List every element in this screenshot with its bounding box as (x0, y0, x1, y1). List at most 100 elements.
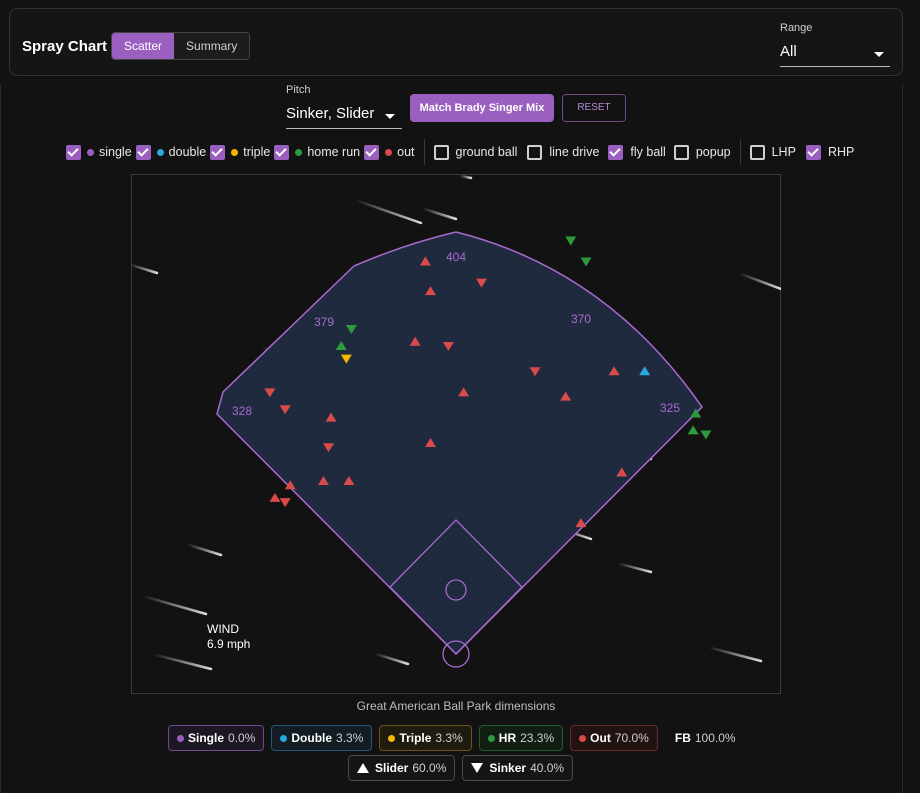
checkbox-line-drive[interactable] (527, 144, 543, 160)
legend-pct: 0.0% (228, 731, 256, 745)
range-label: Range (780, 22, 813, 34)
out-mark[interactable] (269, 492, 281, 502)
pitch-legend: Slider 60.0% Sinker 40.0% (348, 755, 580, 781)
wind-streak (144, 595, 208, 616)
legend-label: Sinker (489, 761, 527, 775)
wind-streak (422, 207, 458, 221)
out-mark[interactable] (279, 498, 291, 508)
legend-double: Double 3.3% (271, 725, 373, 751)
checkbox-lhp[interactable] (749, 144, 765, 160)
checkbox-ground-ball[interactable] (433, 144, 449, 160)
legend-label: Single (188, 731, 225, 745)
legend-pct: 40.0% (530, 761, 565, 775)
triple-dot-icon (231, 148, 239, 156)
legend-out: Out 70.0% (570, 725, 658, 751)
wind-label: WIND (207, 622, 239, 636)
triangle-down-icon (471, 763, 484, 773)
legend-single: Single 0.0% (168, 725, 265, 751)
wind-streak (131, 263, 159, 275)
tab-scatter[interactable]: Scatter (112, 33, 175, 59)
hr-dot-icon (487, 734, 495, 742)
legend-pct: 60.0% (412, 761, 447, 775)
checkbox-fly-ball[interactable] (608, 144, 624, 160)
fair-territory (216, 231, 703, 656)
wind-streak (187, 543, 223, 557)
double-dot-icon (280, 734, 288, 742)
double-dot-icon (156, 148, 164, 156)
filter-label-popup: popup (695, 145, 731, 159)
field-caption: Great American Ball Park dimensions (356, 699, 556, 713)
triple-dot-icon (388, 734, 396, 742)
wind-streak (459, 174, 473, 180)
filter-label-lhp: LHP (771, 145, 796, 159)
page-title: Spray Chart (22, 38, 108, 55)
wind-streak (154, 653, 213, 671)
outcome-legend: Single 0.0% Double 3.3% Triple 3.3% HR 2… (168, 725, 736, 751)
home-run-mark[interactable] (687, 425, 699, 435)
distance-lcf: 379 (314, 315, 334, 329)
reset-button[interactable]: RESET (562, 94, 626, 122)
range-value: All (780, 43, 797, 60)
distance-lf: 328 (232, 404, 252, 418)
single-dot-icon (87, 148, 94, 156)
single-dot-icon (177, 734, 184, 742)
distance-rcf: 370 (571, 312, 591, 326)
legend-label: Out (590, 731, 611, 745)
wind-streak (374, 652, 410, 666)
triangle-up-icon (357, 763, 369, 773)
checkbox-rhp[interactable] (805, 144, 821, 160)
legend-triple: Triple 3.3% (379, 725, 472, 751)
wind-speed: 6.9 mph (207, 637, 250, 651)
out-dot-icon (579, 734, 587, 742)
wind-streak (618, 562, 653, 574)
filter-label-double: double (168, 145, 207, 159)
checkbox-popup[interactable] (673, 144, 689, 160)
legend-label: Slider (375, 761, 409, 775)
legend-slider: Slider 60.0% (348, 755, 456, 781)
spray-chart[interactable]: 328 379 404 370 325 WIND 6.9 mph (131, 174, 781, 694)
legend-label: Triple (399, 731, 432, 745)
checkbox-home-run[interactable] (274, 144, 290, 160)
chevron-down-icon (874, 52, 884, 57)
home-run-mark[interactable] (700, 430, 712, 440)
pitch-value: Sinker, Slider (286, 105, 375, 122)
legend-pct: 3.3% (336, 731, 364, 745)
checkbox-triple[interactable] (210, 144, 226, 160)
legend-sinker: Sinker 40.0% (462, 755, 574, 781)
filter-label-line-drive: line drive (549, 145, 600, 159)
checkbox-single[interactable] (66, 144, 81, 160)
legend-pct: 100.0% (694, 731, 736, 745)
home-run-mark[interactable] (580, 257, 592, 267)
filter-bar: single double triple home run out ground… (66, 139, 858, 165)
checkbox-out[interactable] (364, 144, 380, 160)
header-card: Spray Chart Scatter Summary Range All (9, 8, 903, 76)
filter-label-single: single (99, 145, 132, 159)
view-toggle: Scatter Summary (111, 32, 251, 60)
range-select[interactable]: All (780, 39, 890, 67)
tab-summary[interactable]: Summary (174, 33, 250, 59)
legend-hr: HR 23.3% (478, 725, 564, 751)
home-run-mark[interactable] (565, 236, 577, 246)
pitch-select[interactable]: Sinker, Slider (286, 100, 402, 129)
match-mix-button[interactable]: Match Brady Singer Mix (410, 94, 554, 122)
filter-label-ground-ball: ground ball (455, 145, 518, 159)
wind-streak (739, 272, 781, 291)
legend-pct: 70.0% (614, 731, 649, 745)
legend-label: FB (674, 731, 691, 745)
filter-label-fly-ball: fly ball (630, 145, 666, 159)
divider (423, 139, 425, 165)
checkbox-double[interactable] (135, 144, 151, 160)
wind-streak (709, 646, 763, 663)
legend-pct: 3.3% (435, 731, 463, 745)
legend-label: HR (498, 731, 517, 745)
out-dot-icon (385, 148, 393, 156)
filter-label-triple: triple (243, 145, 271, 159)
legend-label: Double (291, 731, 333, 745)
legend-pct: 23.3% (520, 731, 555, 745)
home-run-dot-icon (295, 148, 303, 156)
filter-label-home-run: home run (307, 145, 361, 159)
pitch-label: Pitch (286, 84, 311, 96)
legend-fb: FB 100.0% (675, 731, 736, 745)
filter-label-out: out (397, 145, 415, 159)
wind-streak (356, 199, 423, 225)
